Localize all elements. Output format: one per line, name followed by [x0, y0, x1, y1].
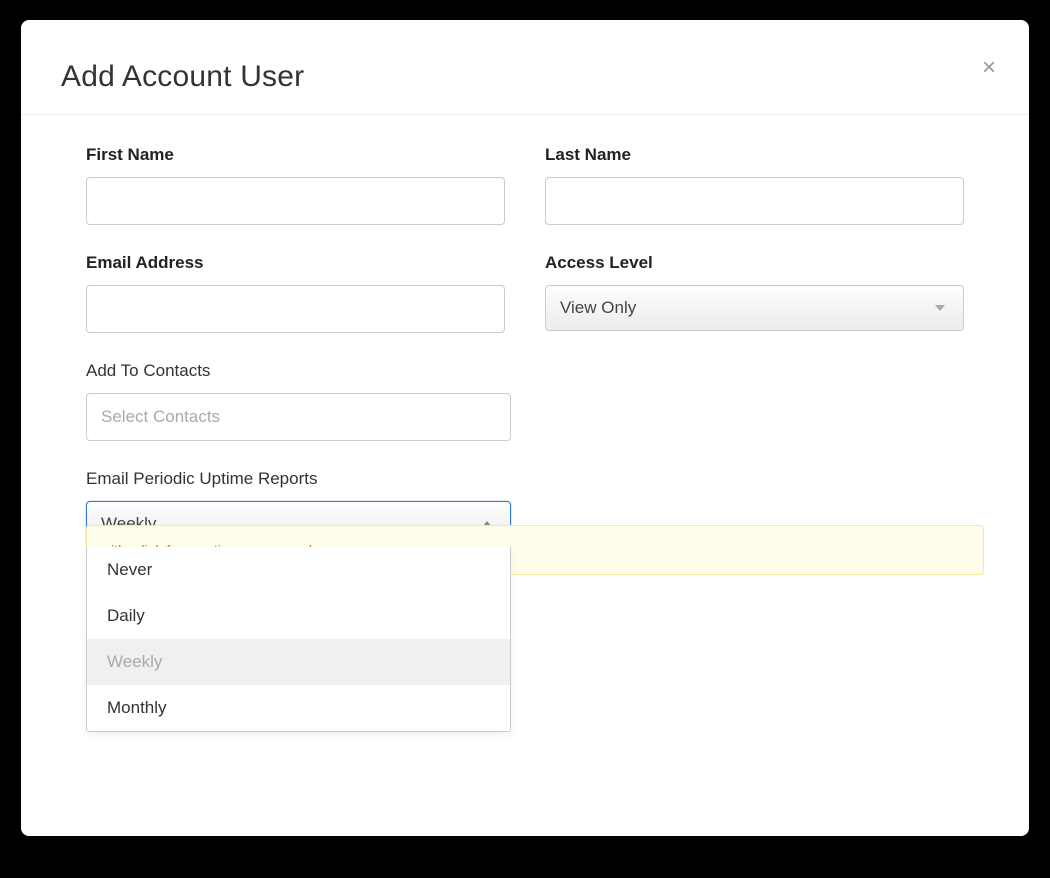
contacts-select[interactable]: Select Contacts — [86, 393, 511, 441]
modal-header: Add Account User × — [21, 20, 1029, 115]
uptime-reports-label: Email Periodic Uptime Reports — [86, 469, 511, 489]
last-name-field: Last Name — [545, 145, 964, 225]
email-input[interactable] — [86, 285, 505, 333]
modal-body: First Name Last Name Email Address Acces… — [21, 115, 1029, 577]
access-level-field: Access Level View Only — [545, 253, 964, 333]
access-level-select[interactable]: View Only — [545, 285, 964, 331]
contacts-label: Add To Contacts — [86, 361, 511, 381]
uptime-reports-dropdown: Never Daily Weekly Monthly — [86, 547, 511, 732]
add-account-user-modal: Add Account User × First Name Last Name … — [21, 20, 1029, 836]
uptime-option-never[interactable]: Never — [87, 547, 510, 593]
first-name-input[interactable] — [86, 177, 505, 225]
contacts-placeholder: Select Contacts — [101, 407, 220, 427]
first-name-field: First Name — [86, 145, 505, 225]
modal-title: Add Account User — [61, 60, 989, 94]
uptime-option-weekly[interactable]: Weekly — [87, 639, 510, 685]
first-name-label: First Name — [86, 145, 505, 165]
uptime-option-daily[interactable]: Daily — [87, 593, 510, 639]
access-level-selected: View Only — [560, 298, 636, 318]
last-name-input[interactable] — [545, 177, 964, 225]
last-name-label: Last Name — [545, 145, 964, 165]
close-icon[interactable]: × — [979, 58, 999, 78]
caret-down-icon — [935, 305, 945, 311]
email-label: Email Address — [86, 253, 505, 273]
access-level-label: Access Level — [545, 253, 964, 273]
uptime-option-monthly[interactable]: Monthly — [87, 685, 510, 731]
contacts-field: Add To Contacts Select Contacts — [86, 361, 511, 441]
email-field: Email Address — [86, 253, 505, 333]
